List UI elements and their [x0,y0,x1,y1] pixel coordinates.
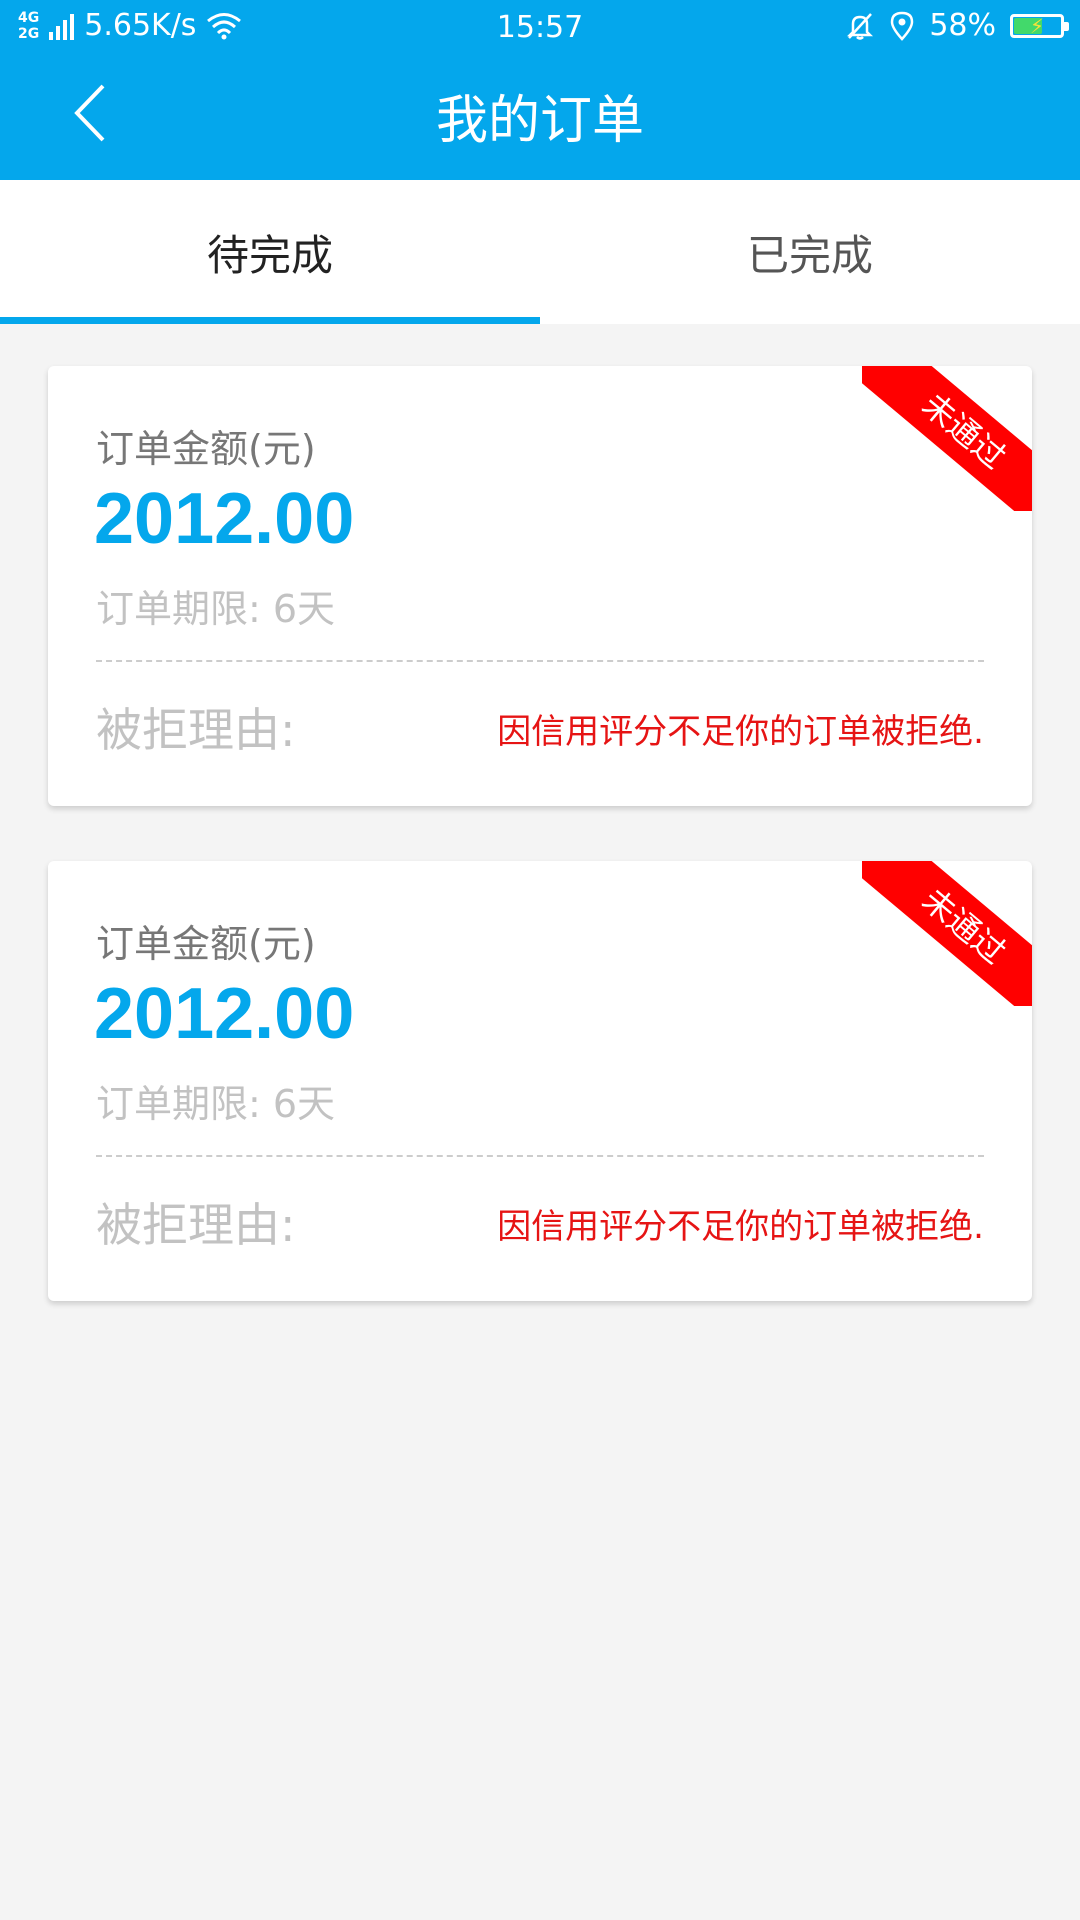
order-term: 订单期限: 6天 [96,587,336,631]
reject-label: 被拒理由: [96,1198,296,1252]
status-ribbon-label: 未通过 [862,861,1032,1006]
charging-bolt-icon: ⚡ [1029,13,1045,38]
dashed-divider [96,660,984,662]
status-right: 58% ⚡ [845,8,1069,43]
order-term: 订单期限: 6天 [96,1082,336,1126]
order-card[interactable]: 未通过 订单金额(元) 2012.00 订单期限: 6天 被拒理由: 因信用评分… [48,366,1032,806]
battery-percent: 58% [929,8,996,43]
order-card[interactable]: 未通过 订单金额(元) 2012.00 订单期限: 6天 被拒理由: 因信用评分… [48,861,1032,1301]
page-title: 我的订单 [435,91,644,151]
battery-icon: ⚡ [1010,13,1069,38]
order-tabs: 待完成 已完成 [0,180,1080,324]
top-bar: 4G 2G 5.65K/s 15:57 58% ⚡ 我的订单 [0,0,1080,180]
tab-completed[interactable]: 已完成 [540,180,1080,324]
status-ribbon: 未通过 [862,861,1032,1006]
order-amount: 2012.00 [94,974,355,1054]
order-amount: 2012.00 [94,479,355,559]
dashed-divider [96,1155,984,1157]
app-bar: 我的订单 [0,56,1080,180]
tab-pending[interactable]: 待完成 [0,180,540,324]
reject-reason: 因信用评分不足你的订单被拒绝. [497,1207,984,1247]
amount-label: 订单金额(元) [96,922,316,966]
status-ribbon: 未通过 [862,366,1032,511]
amount-label: 订单金额(元) [96,427,316,471]
location-icon [891,11,914,41]
status-bar: 4G 2G 5.65K/s 15:57 58% ⚡ [0,0,1080,56]
reject-reason: 因信用评分不足你的订单被拒绝. [497,712,984,752]
mute-bell-icon [847,12,874,40]
status-ribbon-label: 未通过 [862,366,1032,511]
reject-label: 被拒理由: [96,703,296,757]
